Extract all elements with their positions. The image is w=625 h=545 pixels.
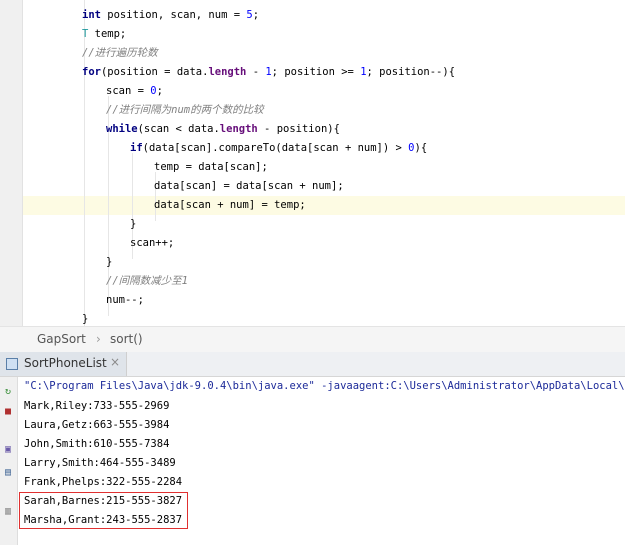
code-token: position, scan, num = bbox=[100, 9, 247, 21]
console-output-line: Frank,Phelps:322-555-2284 bbox=[24, 476, 183, 488]
code-token: ; bbox=[252, 9, 260, 21]
code-token: data[scan] = data[scan + num]; bbox=[154, 180, 344, 192]
rerun-icon[interactable]: ↻ bbox=[3, 387, 13, 397]
breadcrumb-method[interactable]: sort() bbox=[110, 332, 143, 346]
code-token: //间隔数减少至1 bbox=[106, 275, 188, 287]
code-line: temp = data[scan]; bbox=[154, 158, 268, 177]
current-line-highlight bbox=[23, 196, 625, 215]
code-token: temp; bbox=[88, 28, 127, 40]
code-line: T temp; bbox=[82, 25, 126, 44]
run-tab-label: SortPhoneList bbox=[24, 356, 107, 370]
console-output-line: Mark,Riley:733-555-2969 bbox=[24, 400, 170, 412]
breadcrumb-class[interactable]: GapSort bbox=[37, 332, 86, 346]
code-line: } bbox=[106, 253, 112, 272]
code-line: for(position = data.length - 1; position… bbox=[82, 63, 455, 82]
code-line: num--; bbox=[106, 291, 144, 310]
code-token: if bbox=[130, 142, 143, 154]
run-tab-sortphonelist[interactable]: SortPhoneList × bbox=[0, 352, 127, 376]
console-output-line: Larry,Smith:464-555-3489 bbox=[24, 457, 176, 469]
console-output-line: Laura,Getz:663-555-3984 bbox=[24, 419, 170, 431]
code-token: ; position >= bbox=[271, 66, 361, 78]
highlight-annotation-box bbox=[19, 492, 188, 529]
code-line: while(scan < data.length - position){ bbox=[106, 120, 340, 139]
code-token: temp = data[scan]; bbox=[154, 161, 268, 173]
code-token: for bbox=[82, 66, 101, 78]
code-token: data[scan + num] = temp; bbox=[154, 199, 306, 211]
code-token: - bbox=[246, 66, 266, 78]
code-line: //间隔数减少至1 bbox=[106, 272, 188, 291]
code-line: } bbox=[82, 310, 88, 326]
editor-gutter bbox=[0, 0, 23, 326]
code-token: num--; bbox=[106, 294, 144, 306]
breadcrumb-separator: › bbox=[96, 332, 101, 346]
code-token: (scan < data. bbox=[137, 123, 220, 135]
code-token: scan = bbox=[106, 85, 151, 97]
code-line: scan = 0; bbox=[106, 82, 163, 101]
code-token: //进行遍历轮数 bbox=[82, 47, 158, 59]
print-icon[interactable]: ▤ bbox=[3, 468, 13, 478]
code-token: } bbox=[130, 218, 137, 230]
code-token: //进行间隔为num的两个数的比较 bbox=[106, 104, 264, 116]
breadcrumb: GapSort › sort() bbox=[0, 326, 625, 353]
code-line: } bbox=[130, 215, 136, 234]
code-token: (data[scan].compareTo(data[scan + num]) … bbox=[142, 142, 409, 154]
run-side-toolbar: ↻ ■ ▣ ▤ ▥ bbox=[0, 377, 18, 545]
code-line: data[scan + num] = temp; bbox=[154, 196, 306, 215]
code-token: ; position--){ bbox=[366, 66, 456, 78]
code-line: //进行遍历轮数 bbox=[82, 44, 158, 63]
code-token: } bbox=[82, 313, 89, 325]
code-token: length bbox=[208, 66, 247, 78]
code-line: int position, scan, num = 5; bbox=[82, 6, 259, 25]
code-token: while bbox=[106, 123, 138, 135]
code-line: scan++; bbox=[130, 234, 174, 253]
close-icon[interactable]: × bbox=[110, 355, 120, 369]
code-token: (position = data. bbox=[100, 66, 209, 78]
code-token: int bbox=[82, 9, 101, 21]
trash-icon[interactable]: ▥ bbox=[3, 507, 13, 517]
application-icon bbox=[6, 358, 18, 370]
code-line: //进行间隔为num的两个数的比较 bbox=[106, 101, 264, 120]
code-line: data[scan] = data[scan + num]; bbox=[154, 177, 344, 196]
code-token: ; bbox=[156, 85, 163, 97]
stop-icon[interactable]: ■ bbox=[3, 407, 13, 417]
code-token: scan++; bbox=[130, 237, 175, 249]
console-command-line: "C:\Program Files\Java\jdk-9.0.4\bin\jav… bbox=[24, 380, 625, 392]
run-tool-window-header: SortPhoneList × bbox=[0, 352, 625, 377]
code-token: length bbox=[219, 123, 258, 135]
code-token: ){ bbox=[414, 142, 428, 154]
code-token: - position){ bbox=[257, 123, 340, 135]
pin-icon[interactable]: ▣ bbox=[3, 445, 13, 455]
code-token: } bbox=[106, 256, 113, 268]
console-output-line: John,Smith:610-555-7384 bbox=[24, 438, 170, 450]
code-line: if(data[scan].compareTo(data[scan + num]… bbox=[130, 139, 427, 158]
code-editor[interactable]: int position, scan, num = 5; T temp; //进行遍… bbox=[0, 0, 625, 326]
